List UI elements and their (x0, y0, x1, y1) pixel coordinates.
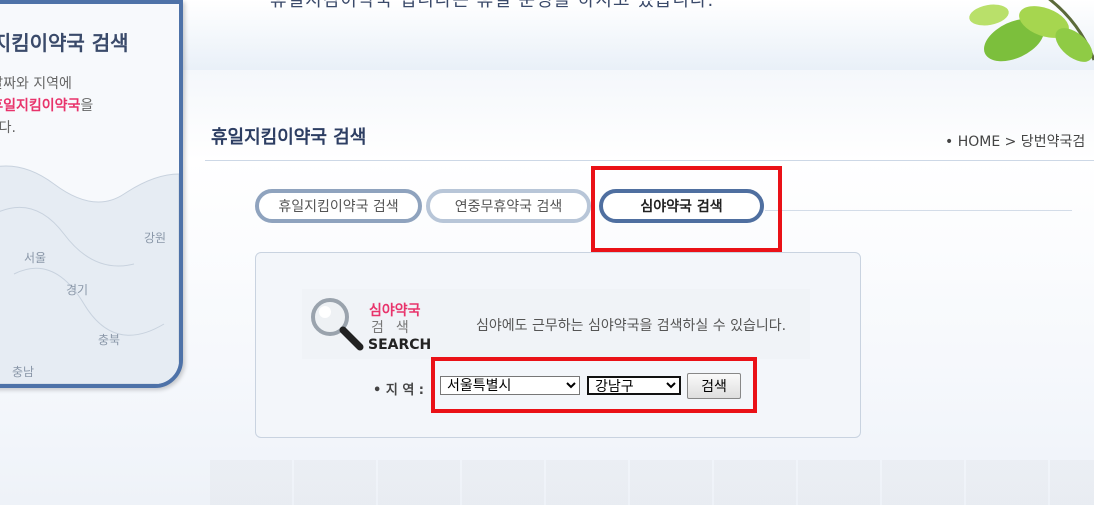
sidebar-desc-line3: 있습니다. (0, 120, 16, 136)
magnifier-icon (311, 298, 364, 351)
sidebar-desc-line2: 중인 휴일지킴이약국을 (0, 95, 93, 117)
left-sidebar-panel: 서울 강원 경기 충북 충남 (0, 0, 183, 388)
sidebar-description: 이는 날짜와 지역에 중인 휴일지킴이약국을 있습니다. (0, 73, 93, 139)
sidebar-desc-suffix: 을 (80, 98, 94, 114)
tab-holiday-pharmacy-search[interactable]: 휴일지킴이약국 검색 (255, 189, 422, 223)
korea-map-image: 서울 강원 경기 충북 충남 (0, 165, 179, 384)
bottom-decoration (210, 460, 1094, 505)
search-logo-subtitle: 검색 (371, 320, 421, 336)
page-title: 휴일지킴이약국 검색 (211, 127, 367, 148)
map-label-chungbuk: 충북 (98, 333, 120, 347)
sidebar-desc-line1: 이는 날짜와 지역에 (0, 76, 72, 92)
highlight-box-region (431, 357, 757, 413)
map-label-chungnam: 충남 (12, 365, 34, 379)
title-divider (205, 160, 1094, 161)
highlight-box-tab (591, 166, 782, 252)
map-label-gangwon: 강원 (144, 231, 166, 245)
search-logo-english: SEARCH (368, 337, 432, 353)
leaves-decoration (969, 0, 1094, 62)
sidebar-title: 휴일지킴이약국 검색 (0, 31, 129, 55)
tab-divider (765, 210, 1072, 211)
banner-text: 휴일지킴이약국 입니다는 휴일 운영을 하시고 있습니다. (270, 0, 715, 11)
map-label-seoul: 서울 (24, 251, 46, 265)
breadcrumb[interactable]: • HOME > 당번약국검 (945, 131, 1085, 151)
search-description: 심야에도 근무하는 심야약국을 검색하실 수 있습니다. (476, 318, 787, 334)
tab-year-round-pharmacy-search[interactable]: 연중무휴약국 검색 (426, 189, 591, 223)
map-label-gyeonggi: 경기 (66, 283, 88, 297)
sidebar-desc-highlight: 휴일지킴이약국 (0, 98, 81, 114)
region-label: • 지 역 : (373, 383, 425, 398)
